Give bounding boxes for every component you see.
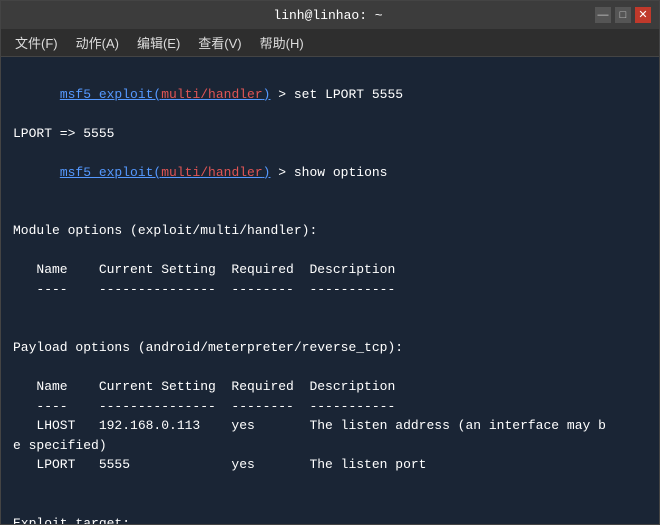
- terminal-window: linh@linhao: ~ — □ ✕ 文件(F) 动作(A) 编辑(E) 查…: [0, 0, 660, 525]
- menu-edit[interactable]: 编辑(E): [129, 31, 188, 54]
- empty-line: [13, 299, 647, 319]
- menu-bar: 文件(F) 动作(A) 编辑(E) 查看(V) 帮助(H): [1, 29, 659, 57]
- menu-file[interactable]: 文件(F): [7, 31, 66, 54]
- terminal-line: msf5 exploit(multi/handler) > show optio…: [13, 143, 647, 202]
- empty-line: [13, 241, 647, 261]
- prompt-link: msf5 exploit(multi/handler): [60, 87, 271, 102]
- menu-view[interactable]: 查看(V): [190, 31, 249, 54]
- terminal-line: Module options (exploit/multi/handler):: [13, 221, 647, 241]
- table-divider-2: ---- --------------- -------- ----------…: [13, 397, 647, 417]
- module-name-2: multi/handler: [161, 165, 262, 180]
- terminal-line: msf5 exploit(multi/handler) > set LPORT …: [13, 65, 647, 124]
- empty-line: [13, 319, 647, 339]
- close-button[interactable]: ✕: [635, 7, 651, 23]
- table-divider-1: ---- --------------- -------- ----------…: [13, 280, 647, 300]
- window-controls: — □ ✕: [595, 7, 651, 23]
- menu-help[interactable]: 帮助(H): [252, 31, 312, 54]
- table-header-2: Name Current Setting Required Descriptio…: [13, 377, 647, 397]
- table-header-1: Name Current Setting Required Descriptio…: [13, 260, 647, 280]
- terminal-output[interactable]: msf5 exploit(multi/handler) > set LPORT …: [1, 57, 659, 524]
- module-name: multi/handler: [161, 87, 262, 102]
- empty-line: [13, 202, 647, 222]
- maximize-button[interactable]: □: [615, 7, 631, 23]
- prompt-link-2: msf5 exploit(multi/handler): [60, 165, 271, 180]
- terminal-line: Payload options (android/meterpreter/rev…: [13, 338, 647, 358]
- terminal-line: LPORT => 5555: [13, 124, 647, 144]
- empty-line: [13, 494, 647, 514]
- title-bar: linh@linhao: ~ — □ ✕: [1, 1, 659, 29]
- exploit-target-header: Exploit target:: [13, 514, 647, 525]
- empty-line: [13, 475, 647, 495]
- minimize-button[interactable]: —: [595, 7, 611, 23]
- window-title: linh@linhao: ~: [61, 8, 595, 23]
- table-row-lport: LPORT 5555 yes The listen port: [13, 455, 647, 475]
- menu-action[interactable]: 动作(A): [68, 31, 127, 54]
- table-row-lhost: LHOST 192.168.0.113 yes The listen addre…: [13, 416, 647, 436]
- empty-line: [13, 358, 647, 378]
- table-row-lhost-cont: e specified): [13, 436, 647, 456]
